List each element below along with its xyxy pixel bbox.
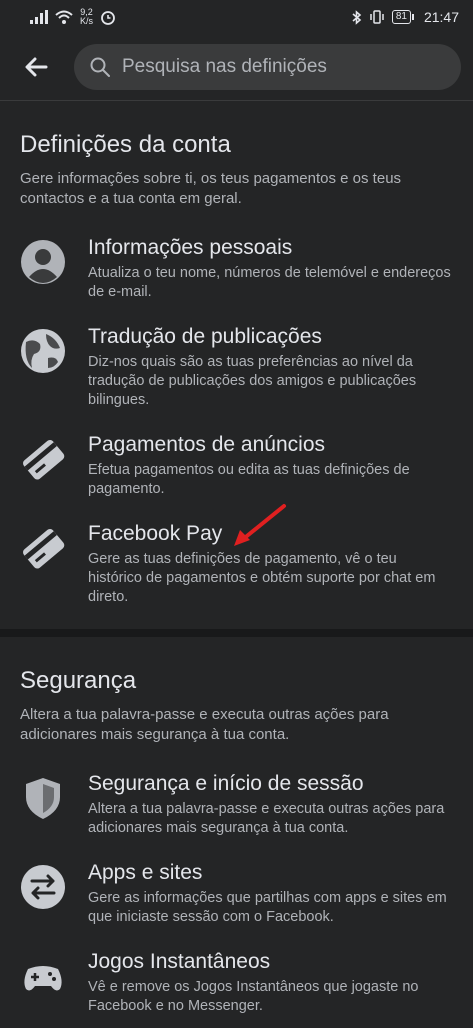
search-bar[interactable] — [74, 44, 461, 90]
card-icon — [23, 528, 65, 569]
top-bar — [0, 34, 473, 101]
globe-icon — [21, 329, 65, 373]
back-arrow-icon — [25, 57, 48, 77]
settings-item-instant-games[interactable]: Jogos Instantâneos Vê e remove os Jogos … — [20, 939, 453, 1028]
annotation-arrow-icon — [234, 504, 286, 546]
security-section: Segurança Altera a tua palavra-passe e e… — [0, 667, 473, 1028]
swap-arrows-icon — [21, 865, 65, 909]
clock: 21:47 — [423, 9, 459, 25]
item-title: Informações pessoais — [88, 236, 293, 259]
gamepad-icon — [24, 966, 62, 991]
item-title: Tradução de publicações — [88, 325, 322, 348]
section-title: Definições da conta — [20, 131, 231, 158]
back-button[interactable] — [24, 54, 50, 80]
section-description: Altera a tua palavra-passe e executa out… — [20, 706, 389, 743]
bluetooth-icon — [352, 9, 362, 25]
alarm-icon — [101, 11, 115, 25]
settings-item-ad-payments[interactable]: Pagamentos de anúncios Efetua pagamentos… — [20, 422, 453, 511]
item-description: Gere as tuas definições de pagamento, vê… — [88, 551, 436, 605]
item-description: Efetua pagamentos ou edita as tuas defin… — [88, 462, 410, 497]
item-description: Atualiza o teu nome, números de telemóve… — [88, 265, 451, 300]
vibrate-icon — [370, 10, 384, 24]
shield-icon — [26, 778, 60, 819]
settings-item-security-login[interactable]: Segurança e início de sessão Altera a tu… — [20, 761, 453, 850]
item-description: Altera a tua palavra-passe e executa out… — [88, 801, 445, 836]
settings-item-personal-info[interactable]: Informações pessoais Atualiza o teu nome… — [20, 225, 453, 314]
card-icon — [23, 439, 65, 480]
person-icon — [21, 240, 65, 284]
search-input[interactable] — [120, 55, 445, 79]
settings-item-apps-sites[interactable]: Apps e sites Gere as informações que par… — [20, 850, 453, 939]
signal-icon — [30, 10, 48, 24]
status-bar: 9,2 K/s 81 21:47 — [0, 0, 473, 34]
item-title: Segurança e início de sessão — [88, 772, 364, 795]
wifi-icon — [55, 10, 73, 24]
item-title: Jogos Instantâneos — [88, 950, 271, 973]
settings-item-post-translation[interactable]: Tradução de publicações Diz-nos quais sã… — [20, 314, 453, 422]
item-title: Apps e sites — [88, 861, 203, 884]
search-icon — [90, 57, 110, 77]
item-title: Pagamentos de anúncios — [88, 433, 325, 456]
section-title: Segurança — [20, 667, 137, 694]
section-description: Gere informações sobre ti, os teus pagam… — [20, 170, 402, 207]
item-description: Diz-nos quais são as tuas preferências a… — [88, 354, 417, 408]
network-speed: 9,2 K/s — [80, 7, 94, 26]
item-description: Gere as informações que partilhas com ap… — [88, 890, 447, 925]
battery-indicator: 81 — [391, 10, 415, 24]
item-description: Vê e remove os Jogos Instantâneos que jo… — [88, 979, 419, 1014]
section-divider — [0, 629, 473, 637]
